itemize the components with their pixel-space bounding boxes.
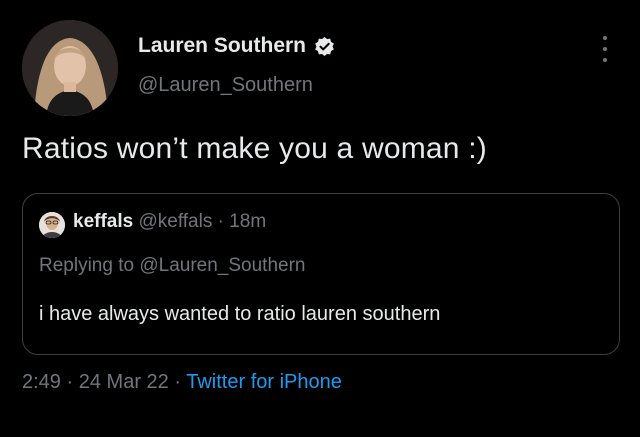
author-name-text: Lauren Southern [138,34,307,57]
quoted-tweet-text: i have always wanted to ratio lauren sou… [39,303,441,325]
more-vertical-icon[interactable] [596,34,614,64]
quoted-header: keffals @keffals · 18m [73,211,266,233]
quoted-separator: · [217,211,224,232]
tweet-footer: 2:49 · 24 Mar 22 · Twitter for iPhone [22,371,342,394]
replying-to-mention[interactable]: @Lauren_Southern [139,255,305,276]
tweet: Lauren Southern @Lauren_Southern Ratios … [0,0,640,437]
verified-badge-icon [314,36,335,57]
tweet-text: Ratios won’t make you a woman :) [22,132,487,165]
author-display-name[interactable]: Lauren Southern [138,34,335,58]
quoted-author-avatar[interactable] [39,212,65,238]
tweet-time[interactable]: 2:49 [22,371,61,393]
author-handle[interactable]: @Lauren_Southern [138,74,313,97]
quoted-time[interactable]: 18m [229,211,266,232]
more-dot [603,36,607,40]
more-dot [603,47,607,51]
quoted-tweet-card[interactable]: keffals @keffals · 18m Replying to @Laur… [22,193,620,355]
quoted-author-name[interactable]: keffals [73,211,133,232]
tweet-source-link[interactable]: Twitter for iPhone [186,371,342,393]
quoted-avatar-image [39,212,65,238]
footer-separator: · [66,371,74,393]
more-dot [603,58,607,62]
replying-prefix: Replying to [39,255,135,276]
author-avatar-image [22,20,118,116]
author-avatar[interactable] [22,20,118,116]
footer-separator: · [174,371,182,393]
tweet-date[interactable]: 24 Mar 22 [79,371,169,393]
replying-to-line: Replying to @Lauren_Southern [39,255,305,277]
quoted-author-handle[interactable]: @keffals [138,211,212,232]
